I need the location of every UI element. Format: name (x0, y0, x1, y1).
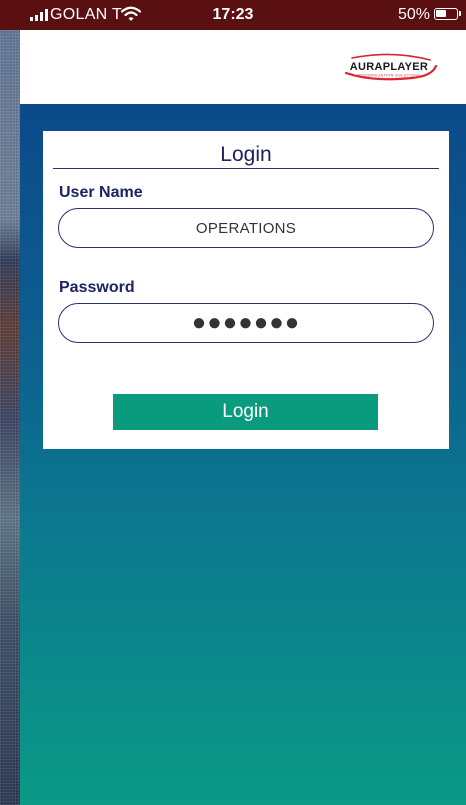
battery-icon (434, 8, 461, 20)
username-label: User Name (59, 184, 143, 201)
clock: 17:23 (212, 6, 254, 23)
svg-text:AURAPLAYER: AURAPLAYER (350, 61, 428, 73)
auraplayer-logo: AURAPLAYER MODERNIZATION SOLUTIONS (344, 53, 438, 81)
device-edge (0, 0, 20, 805)
app-header: AURAPLAYER MODERNIZATION SOLUTIONS (20, 30, 466, 104)
password-label: Password (59, 279, 135, 296)
login-button[interactable]: Login (113, 394, 378, 430)
battery-percent: 50% (397, 6, 430, 23)
status-bar: GOLAN T 17:23 50% (0, 0, 466, 30)
username-input[interactable] (58, 208, 434, 248)
svg-text:MODERNIZATION SOLUTIONS: MODERNIZATION SOLUTIONS (358, 74, 421, 78)
title-divider (53, 168, 439, 169)
login-card: Login User Name Password Login (43, 131, 449, 449)
password-input[interactable] (58, 303, 434, 343)
login-title: Login (220, 143, 272, 166)
